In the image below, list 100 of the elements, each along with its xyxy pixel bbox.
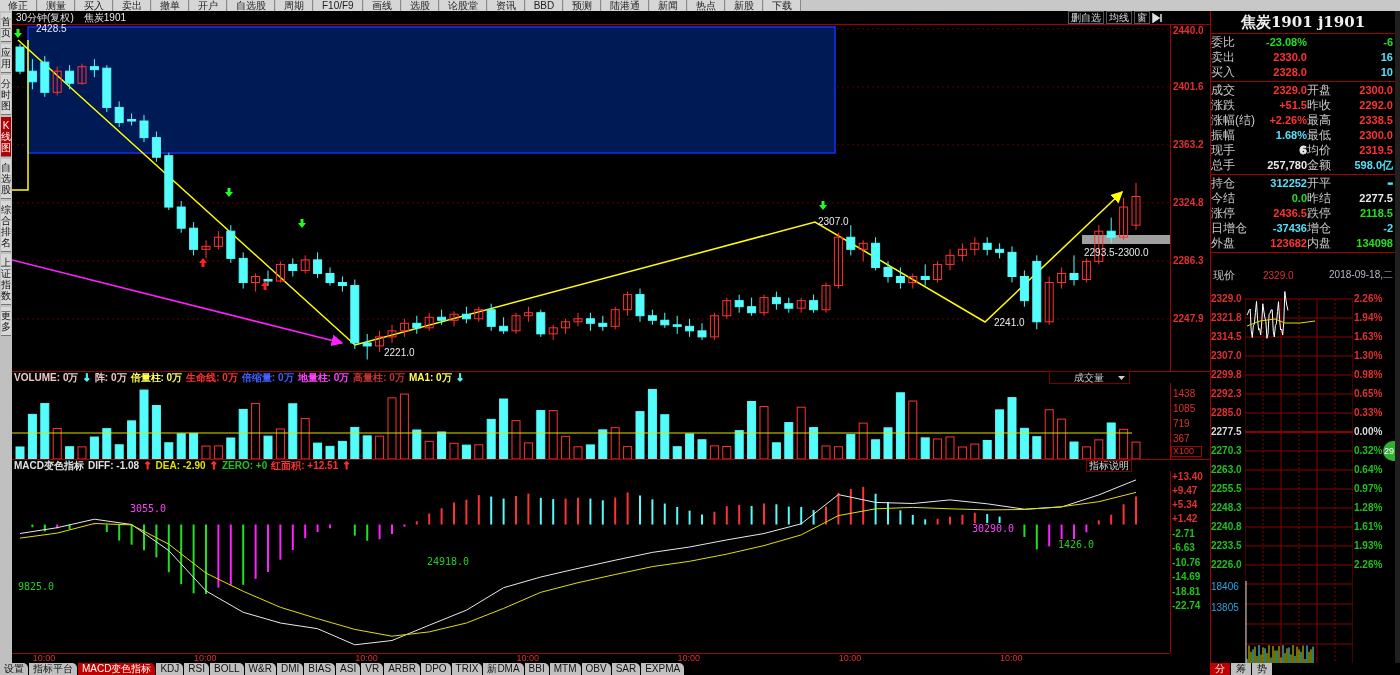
sidebar-tab[interactable]: 综合排名: [1, 201, 11, 252]
time-axis-label: 10:00: [32, 654, 56, 663]
toolbar-button[interactable]: 选股: [401, 0, 439, 11]
indicator-tab[interactable]: BBI: [524, 663, 549, 675]
indicator-dropdown[interactable]: 成交量: [1049, 371, 1130, 384]
down-arrow-icon: [298, 219, 306, 228]
candlestick: [52, 66, 62, 96]
toolbar-button[interactable]: 开户: [190, 0, 227, 11]
legend-text: ↓: [455, 372, 465, 383]
quote-value: 2300.0: [1358, 83, 1393, 98]
up-arrow-icon: [199, 258, 207, 267]
sidebar-tab[interactable]: 上证指数: [1, 254, 11, 305]
indicator-tab[interactable]: DPO: [420, 663, 451, 675]
candlestick: [809, 294, 819, 314]
candlestick: [722, 297, 732, 320]
quote-label: 日增仓: [1211, 221, 1248, 236]
toolbar-button[interactable]: 修正: [0, 0, 37, 11]
toolbar-button[interactable]: 画线: [363, 0, 401, 11]
volume-axis-label: 1085: [1172, 402, 1197, 416]
time-axis-label: 10:00: [1000, 654, 1023, 663]
indicator-tab[interactable]: OBV: [581, 663, 611, 675]
chart-tab[interactable]: 筹: [1231, 663, 1251, 675]
chart-button[interactable]: 均线: [1106, 11, 1132, 24]
toolbar-button[interactable]: 新闻: [650, 0, 688, 11]
toolbar-button[interactable]: 自选股: [228, 0, 275, 11]
legend-text: DIFF: -1.08: [88, 460, 140, 471]
down-arrow-icon: [14, 29, 22, 38]
indicator-tab[interactable]: W&R: [244, 663, 276, 675]
macd-axis-label: +1.42: [1171, 513, 1198, 526]
toolbar-button[interactable]: BBD: [525, 0, 564, 11]
indicator-tab[interactable]: 新DMA: [483, 663, 524, 675]
quote-value: 2300.0: [1358, 128, 1393, 143]
sidebar-tab[interactable]: K线图: [1, 117, 11, 157]
toolbar-button[interactable]: 撤单: [152, 0, 189, 11]
toolbar-button[interactable]: 资讯: [487, 0, 525, 11]
caret-icon[interactable]: [1118, 375, 1125, 380]
indicator-tab[interactable]: 指标平台: [29, 663, 77, 675]
toolbar-button[interactable]: 预测: [564, 0, 602, 11]
candlestick: [251, 272, 261, 293]
intraday-percent-label: 0.97%: [1354, 482, 1383, 496]
candlestick: [313, 251, 323, 279]
sidebar-tab[interactable]: 分时图: [1, 75, 11, 115]
toolbar-button[interactable]: 周期: [276, 0, 313, 11]
volume-axis-label: 719: [1172, 417, 1191, 431]
candlestick: [1119, 197, 1129, 241]
indicator-tab[interactable]: TRIX: [451, 663, 483, 675]
macd-axis-label: -6.63: [1171, 542, 1195, 555]
intraday-percent-label: 1.30%: [1354, 349, 1383, 363]
collapse-arrow-icon[interactable]: [1152, 12, 1164, 23]
toolbar-button[interactable]: F10/F9: [314, 0, 363, 11]
chart-button[interactable]: 删自选: [1068, 11, 1104, 24]
chart-button[interactable]: 窗: [1134, 11, 1150, 24]
toolbar-button[interactable]: 下载: [764, 0, 802, 11]
indicator-tab[interactable]: DMI: [276, 663, 304, 675]
indicator-tab[interactable]: EXPMA: [641, 663, 685, 675]
indicator-tab[interactable]: VR: [361, 663, 384, 675]
quote-label: 内盘: [1307, 236, 1332, 251]
toolbar-button[interactable]: 测量: [38, 0, 75, 11]
toolbar-button[interactable]: 卖出: [114, 0, 151, 11]
indicator-tab[interactable]: MTM: [549, 663, 581, 675]
candlestick: [883, 260, 893, 284]
legend-text: 地量柱: 0万: [297, 370, 350, 385]
indicator-tab[interactable]: ARBR: [384, 663, 420, 675]
toolbar-button[interactable]: 陆港通: [602, 0, 650, 11]
macd-annotation: 9825.0: [18, 581, 55, 592]
time-axis-label: 10:00: [838, 654, 862, 663]
chart-tab[interactable]: 分: [1210, 663, 1230, 675]
candlestick: [771, 291, 781, 311]
indicator-tab[interactable]: BOLL: [210, 663, 244, 675]
quote-label: 金额: [1307, 158, 1332, 173]
toolbar-button[interactable]: 新股: [726, 0, 764, 11]
legend-text: ↑: [143, 460, 152, 471]
toolbar-button[interactable]: 论股堂: [439, 0, 487, 11]
intraday-price-label: 2263.0: [1211, 463, 1243, 477]
intraday-percent-label: 0.98%: [1354, 368, 1383, 382]
quote-value: -2: [1382, 221, 1393, 236]
indicator-tab[interactable]: SAR: [611, 663, 641, 675]
time-axis-label: 10:00: [355, 654, 378, 663]
indicator-tab[interactable]: RSI: [184, 663, 210, 675]
candlestick: [399, 318, 409, 338]
chart-tab[interactable]: 势: [1252, 663, 1272, 675]
candlestick: [213, 230, 223, 250]
indicator-help-button[interactable]: 指标说明: [1086, 459, 1132, 472]
sidebar-tab[interactable]: 更多: [1, 307, 11, 336]
quote-value: +2.26%: [1268, 113, 1307, 128]
sidebar-tab[interactable]: 自选股: [1, 159, 11, 199]
indicator-tab[interactable]: 设置: [0, 663, 28, 675]
indicator-tab[interactable]: MACD变色指标: [78, 663, 156, 675]
candlestick: [709, 312, 719, 341]
toolbar-button[interactable]: 买入: [76, 0, 113, 11]
sidebar-tab[interactable]: 首页: [1, 13, 11, 42]
indicator-tab[interactable]: ASI: [336, 663, 361, 675]
quote-value: 2277.5: [1358, 191, 1393, 206]
sidebar-tab[interactable]: 应用: [1, 44, 11, 73]
current-price: 2329.0: [1263, 269, 1295, 281]
macd-axis-label: -14.69: [1171, 570, 1201, 583]
indicator-tab[interactable]: BIAS: [304, 663, 336, 675]
indicator-tab[interactable]: KDJ: [156, 663, 184, 675]
intraday-percent-label: 0.00%: [1354, 425, 1383, 439]
toolbar-button[interactable]: 热点: [688, 0, 726, 11]
